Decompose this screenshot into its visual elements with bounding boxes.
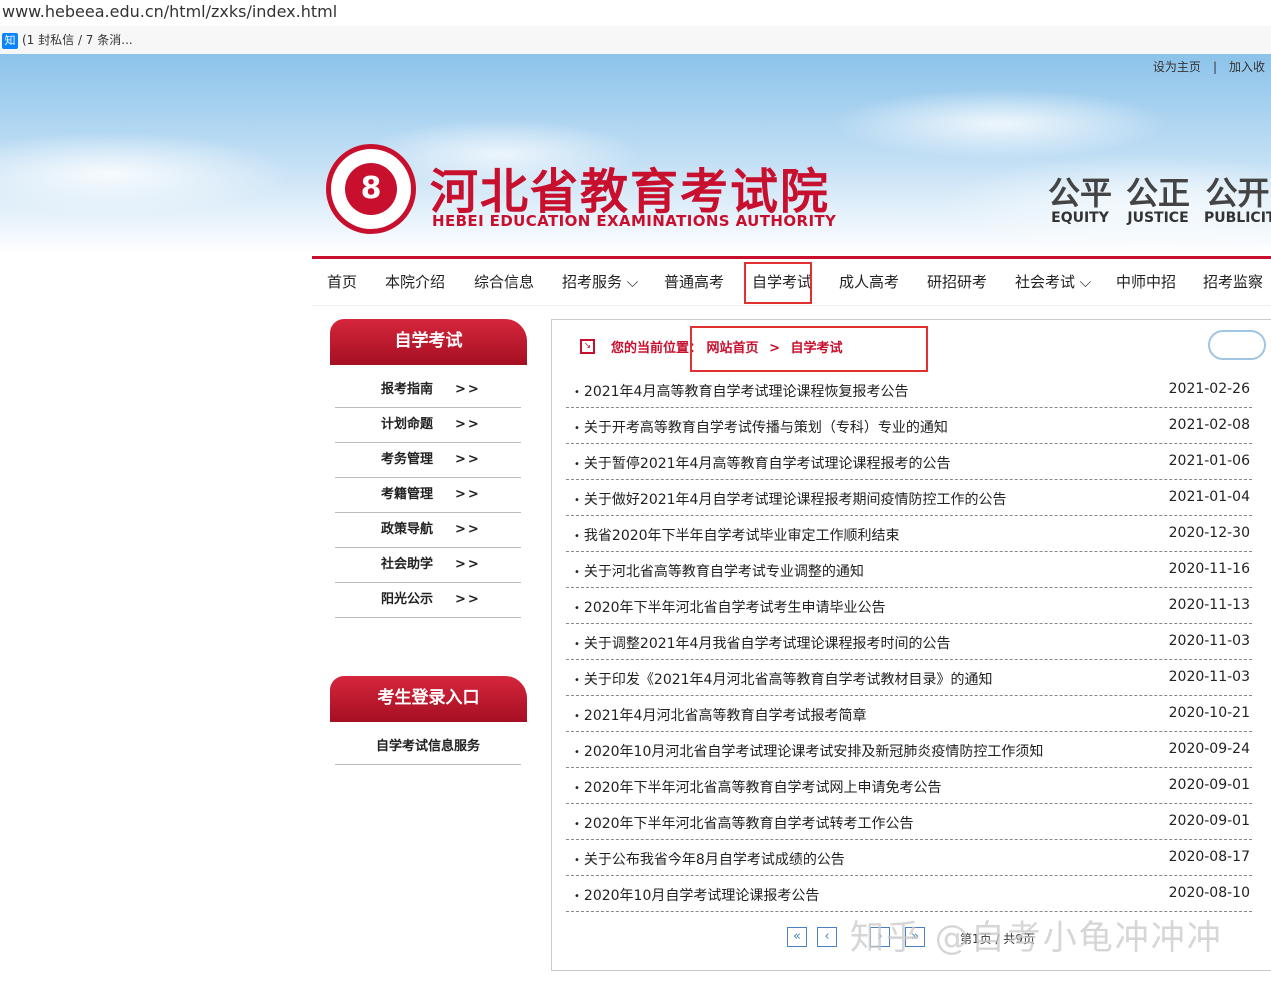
list-item[interactable]: 关于调整2021年4月我省自学考试理论课程报考时间的公告2020-11-03 [566, 624, 1252, 660]
list-item[interactable]: 2020年10月自学考试理论课报考公告2020-08-10 [566, 876, 1252, 912]
prev-page-icon[interactable]: ‹ [817, 927, 837, 947]
sidebar-heading-self-study: 自学考试 [330, 319, 527, 365]
logo-seal-icon: 8 [326, 144, 416, 234]
zhihu-icon: 知 [2, 32, 18, 49]
cloud-icon [1208, 330, 1266, 360]
motto-equity: 公平 EQUITY [1048, 174, 1113, 226]
sidebar-item-info-service[interactable]: 自学考试信息服务 [335, 730, 521, 765]
list-item[interactable]: 关于印发《2021年4月河北省高等教育自学考试教材目录》的通知2020-11-0… [566, 660, 1252, 696]
bookmark-bar: 知 (1 封私信 / 7 条消... [0, 26, 1271, 54]
list-item[interactable]: 2020年下半年河北省自学考试考生申请毕业公告2020-11-13 [566, 588, 1252, 624]
sidebar-item-exam-affairs[interactable]: 考务管理 >> [335, 443, 521, 478]
site-title-en: HEBEI EDUCATION EXAMINATIONS AUTHORITY [432, 212, 837, 230]
list-item[interactable]: 2020年下半年河北省高等教育自学考试网上申请免考公告2020-09-01 [566, 768, 1252, 804]
nav-adult-exam[interactable]: 成人高考 [839, 271, 899, 292]
sidebar-item-planning[interactable]: 计划命题 >> [335, 408, 521, 443]
nav-enroll-service[interactable]: 招考服务 ⌵ [562, 271, 638, 292]
first-page-icon[interactable]: « [787, 927, 807, 947]
watermark: 知乎 @自考小龟冲冲冲 [850, 918, 1223, 958]
list-item[interactable]: 关于公布我省今年8月自学考试成绩的公告2020-08-17 [566, 840, 1252, 876]
nav-about[interactable]: 本院介绍 [385, 271, 445, 292]
list-item[interactable]: 关于开考高等教育自学考试传播与策划（专科）专业的通知2021-02-08 [566, 408, 1252, 444]
set-homepage-link[interactable]: 设为主页 [1147, 60, 1207, 74]
highlight-box-breadcrumb [690, 326, 928, 372]
bookmark-item[interactable]: (1 封私信 / 7 条消... [22, 33, 133, 47]
sidebar-item-public-notice[interactable]: 阳光公示 >> [335, 583, 521, 618]
top-links: 设为主页 | 加入收 [1147, 58, 1271, 75]
nav-secondary-exam[interactable]: 中师中招 [1116, 271, 1176, 292]
list-item[interactable]: 2020年下半年河北省高等教育自学考试转考工作公告2020-09-01 [566, 804, 1252, 840]
seal-emblem: 8 [345, 163, 397, 215]
motto-justice: 公正 JUSTICE [1126, 174, 1191, 226]
nav-supervision[interactable]: 招考监察 [1203, 271, 1263, 292]
nav-general-info[interactable]: 综合信息 [474, 271, 534, 292]
list-item[interactable]: 我省2020年下半年自学考试毕业审定工作顺利结束2020-12-30 [566, 516, 1252, 552]
sidebar-item-guide[interactable]: 报考指南 >> [335, 373, 521, 408]
location-icon: ↘ [580, 339, 595, 354]
list-item[interactable]: 2021年4月高等教育自学考试理论课程恢复报考公告2021-02-26 [566, 372, 1252, 408]
nav-gaokao[interactable]: 普通高考 [664, 271, 724, 292]
list-item[interactable]: 关于做好2021年4月自学考试理论课程报考期间疫情防控工作的公告2021-01-… [566, 480, 1252, 516]
list-item[interactable]: 关于河北省高等教育自学考试专业调整的通知2020-11-16 [566, 552, 1252, 588]
list-item[interactable]: 2021年4月河北省高等教育自学考试报考简章2020-10-21 [566, 696, 1252, 732]
divider: | [1212, 60, 1217, 74]
breadcrumb-label: 您的当前位置： [611, 341, 703, 356]
list-item[interactable]: 关于暂停2021年4月高等教育自学考试理论课程报考的公告2021-01-06 [566, 444, 1252, 480]
list-item[interactable]: 2020年10月河北省自学考试理论课考试安排及新冠肺炎疫情防控工作须知2020-… [566, 732, 1252, 768]
address-bar[interactable]: www.hebeea.edu.cn/html/zxks/index.html [0, 0, 1271, 26]
motto-publicity: 公开 PUBLICIT [1204, 176, 1271, 226]
sidebar-item-records[interactable]: 考籍管理 >> [335, 478, 521, 513]
nav-postgrad-exam[interactable]: 研招研考 [927, 271, 987, 292]
sidebar-heading-login: 考生登录入口 [330, 676, 527, 722]
add-favorite-link[interactable]: 加入收 [1223, 60, 1271, 74]
highlight-box-nav [744, 262, 812, 304]
nav-social-exam[interactable]: 社会考试 ⌵ [1015, 271, 1091, 292]
nav-home[interactable]: 首页 [327, 271, 357, 292]
sidebar-item-social-aid[interactable]: 社会助学 >> [335, 548, 521, 583]
sidebar-item-policy[interactable]: 政策导航 >> [335, 513, 521, 548]
